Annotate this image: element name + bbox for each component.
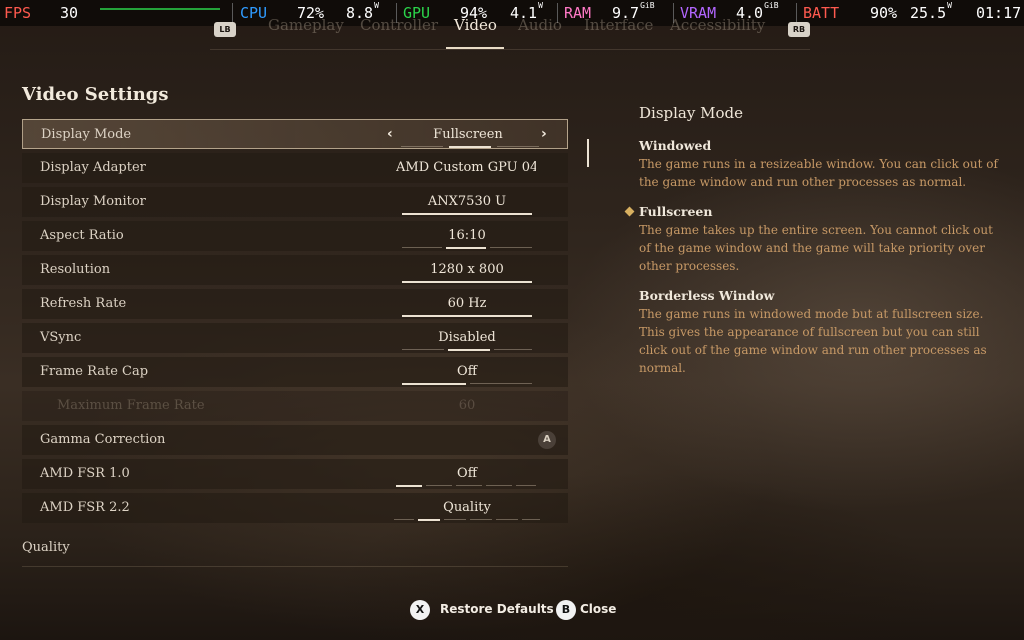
setting-amd-fsr-2[interactable]: AMD FSR 2.2 Quality bbox=[22, 493, 568, 523]
option-name: Borderless Window bbox=[639, 288, 775, 303]
fps-graph bbox=[100, 8, 220, 10]
option-description-borderless: Borderless Window The game runs in windo… bbox=[639, 288, 999, 377]
setting-label: Display Mode bbox=[41, 127, 132, 142]
option-name: Windowed bbox=[639, 138, 712, 153]
video-settings-list: Display Mode ‹ Fullscreen › Display Adap… bbox=[22, 119, 568, 527]
setting-amd-fsr-1[interactable]: AMD FSR 1.0 Off bbox=[22, 459, 568, 489]
x-button-icon: X bbox=[410, 600, 430, 620]
fps-value: 30 bbox=[60, 4, 79, 22]
option-text: The game runs in windowed mode but at fu… bbox=[639, 307, 987, 375]
setting-value: Disabled bbox=[438, 330, 496, 345]
setting-value: AMD Custom GPU 0405 (I bbox=[396, 160, 536, 175]
setting-label: Refresh Rate bbox=[40, 296, 127, 311]
setting-value: ANX7530 U bbox=[427, 194, 507, 209]
description-title: Display Mode bbox=[639, 104, 743, 122]
setting-gamma-correction[interactable]: Gamma Correction A bbox=[22, 425, 568, 455]
setting-aspect-ratio[interactable]: Aspect Ratio 16:10 bbox=[22, 221, 568, 251]
tab-interface[interactable]: Interface bbox=[584, 16, 653, 34]
setting-label: AMD FSR 1.0 bbox=[40, 466, 130, 481]
setting-label: Aspect Ratio bbox=[40, 228, 124, 243]
scrollbar-thumb[interactable] bbox=[587, 139, 589, 167]
option-description-fullscreen: Fullscreen The game takes up the entire … bbox=[624, 204, 999, 275]
setting-value: 16:10 bbox=[448, 228, 486, 243]
selected-diamond-icon bbox=[624, 206, 635, 217]
setting-vsync[interactable]: VSync Disabled bbox=[22, 323, 568, 353]
setting-label: AMD FSR 2.2 bbox=[40, 500, 130, 515]
setting-value: Off bbox=[457, 466, 477, 481]
setting-value: 1280 x 800 bbox=[430, 262, 504, 277]
option-name: Fullscreen bbox=[639, 204, 713, 219]
setting-resolution[interactable]: Resolution 1280 x 800 bbox=[22, 255, 568, 285]
setting-value: Fullscreen bbox=[433, 127, 503, 142]
chevron-left-icon[interactable]: ‹ bbox=[387, 126, 393, 142]
lb-bumper-icon[interactable]: LB bbox=[214, 22, 236, 37]
description-panel: Display Mode Windowed The game runs in a… bbox=[624, 104, 999, 390]
setting-label: VSync bbox=[40, 330, 82, 345]
close-label: Close bbox=[580, 602, 617, 616]
rb-bumper-icon[interactable]: RB bbox=[788, 22, 810, 37]
chevron-right-icon[interactable]: › bbox=[541, 126, 547, 142]
tab-accessibility[interactable]: Accessibility bbox=[670, 16, 765, 34]
setting-value: Off bbox=[457, 364, 477, 379]
setting-display-mode[interactable]: Display Mode ‹ Fullscreen › bbox=[22, 119, 568, 149]
restore-defaults-label: Restore Defaults bbox=[440, 602, 554, 616]
setting-label: Resolution bbox=[40, 262, 111, 277]
setting-label: Display Monitor bbox=[40, 194, 146, 209]
quality-section-label: Quality bbox=[22, 540, 70, 555]
option-description-windowed: Windowed The game runs in a resizeable w… bbox=[639, 138, 999, 191]
setting-label: Display Adapter bbox=[40, 160, 146, 175]
clock: 01:17 bbox=[976, 4, 1022, 22]
setting-value: 60 bbox=[458, 398, 476, 413]
setting-label: Maximum Frame Rate bbox=[57, 398, 205, 413]
setting-value: Quality bbox=[443, 500, 491, 515]
setting-frame-rate-cap[interactable]: Frame Rate Cap Off bbox=[22, 357, 568, 387]
setting-display-monitor[interactable]: Display Monitor ANX7530 U bbox=[22, 187, 568, 217]
a-button-icon[interactable]: A bbox=[538, 431, 556, 449]
section-divider bbox=[22, 566, 568, 567]
setting-maximum-frame-rate: Maximum Frame Rate 60 bbox=[22, 391, 568, 421]
fps-label: FPS bbox=[4, 4, 32, 22]
tab-video[interactable]: Video bbox=[454, 16, 497, 34]
battery-power: 25.5W bbox=[910, 1, 952, 22]
b-button-icon: B bbox=[556, 600, 576, 620]
setting-value: 60 Hz bbox=[447, 296, 487, 311]
setting-display-adapter[interactable]: Display Adapter AMD Custom GPU 0405 (I bbox=[22, 153, 568, 183]
battery-percent: 90% bbox=[870, 4, 898, 22]
option-text: The game runs in a resizeable window. Yo… bbox=[639, 157, 998, 189]
tab-controller[interactable]: Controller bbox=[360, 16, 438, 34]
setting-label: Gamma Correction bbox=[40, 432, 166, 447]
tab-gameplay[interactable]: Gameplay bbox=[268, 16, 344, 34]
settings-tabs: LB Gameplay Controller Video Audio Inter… bbox=[210, 14, 810, 50]
setting-refresh-rate[interactable]: Refresh Rate 60 Hz bbox=[22, 289, 568, 319]
option-text: The game takes up the entire screen. You… bbox=[639, 223, 993, 273]
setting-label: Frame Rate Cap bbox=[40, 364, 149, 379]
tabs-divider bbox=[210, 49, 810, 50]
tab-audio[interactable]: Audio bbox=[518, 16, 562, 34]
page-title: Video Settings bbox=[22, 84, 169, 105]
